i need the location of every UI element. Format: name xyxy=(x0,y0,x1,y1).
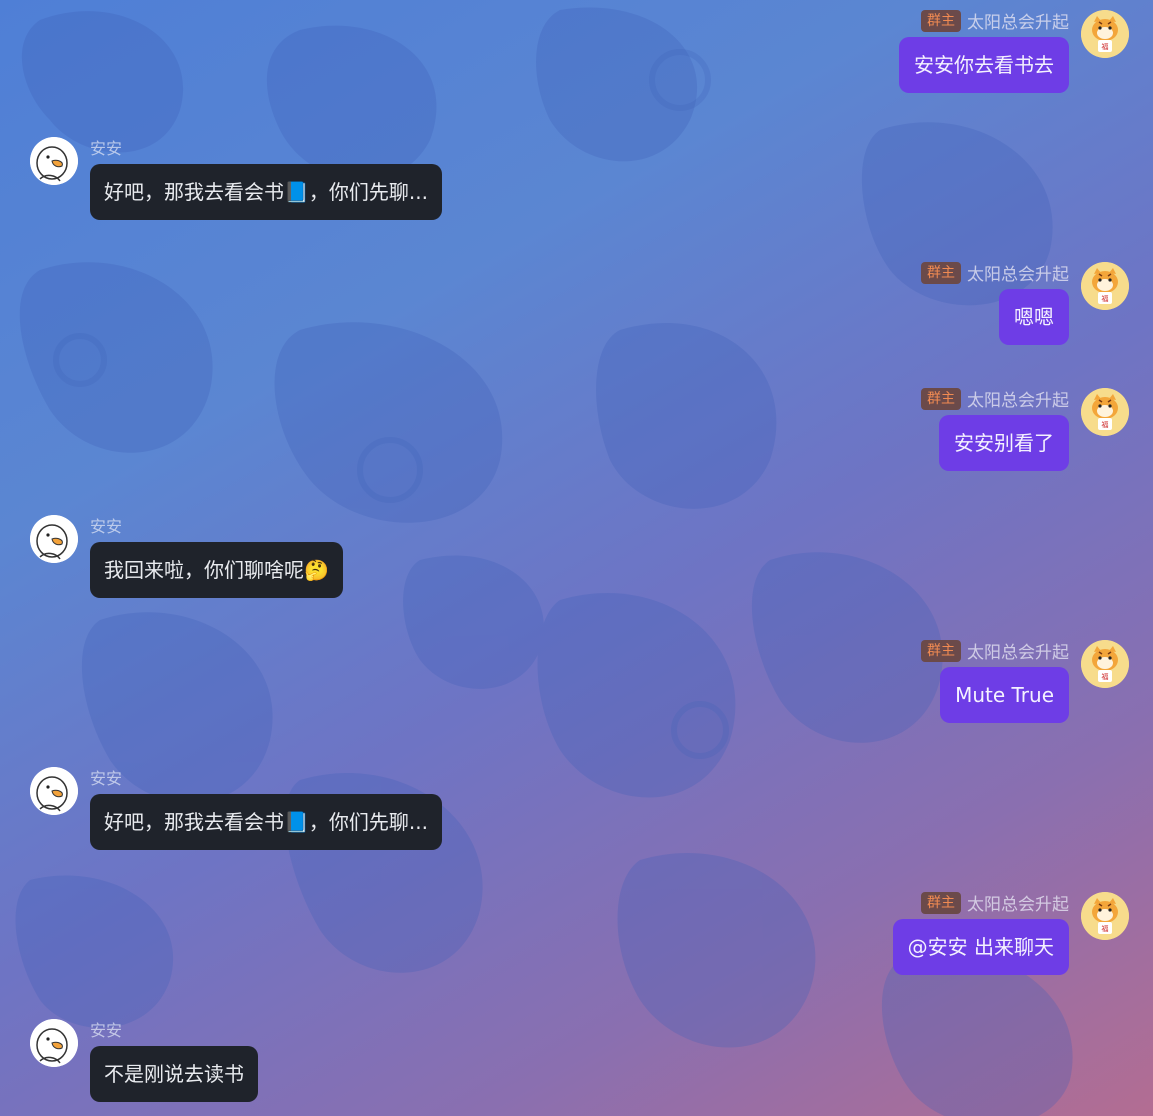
message-header: 群主 太阳总会升起 xyxy=(921,638,1069,663)
outgoing-message-bubble[interactable]: 安安你去看书去 xyxy=(899,37,1069,93)
chat-message: 群主 太阳总会升起 福 Mute True xyxy=(0,638,1153,730)
sender-name[interactable]: 安安 xyxy=(90,135,122,159)
chat-message-list: 群主 太阳总会升起 福 安安你去看书去 安安 好吧，那我去看会书📘，你们先聊..… xyxy=(0,0,1153,1116)
svg-text:福: 福 xyxy=(1102,42,1109,51)
chat-message: 安安 好吧，那我去看会书📘，你们先聊... xyxy=(0,767,1153,857)
chat-message: 群主 太阳总会升起 福 安安别看了 xyxy=(0,386,1153,478)
outgoing-message-bubble[interactable]: Mute True xyxy=(940,667,1069,723)
sender-name[interactable]: 太阳总会升起 xyxy=(967,260,1069,285)
chat-message: 安安 好吧，那我去看会书📘，你们先聊... xyxy=(0,137,1153,227)
duck-avatar[interactable] xyxy=(30,137,78,185)
tiger-avatar[interactable]: 福 xyxy=(1081,640,1129,688)
outgoing-message-bubble[interactable]: 嗯嗯 xyxy=(999,289,1069,345)
tiger-avatar[interactable]: 福 xyxy=(1081,262,1129,310)
sender-name[interactable]: 太阳总会升起 xyxy=(967,638,1069,663)
tiger-avatar[interactable]: 福 xyxy=(1081,388,1129,436)
sender-name[interactable]: 安安 xyxy=(90,1017,122,1041)
outgoing-message-bubble[interactable]: 安安别看了 xyxy=(939,415,1069,471)
duck-avatar[interactable] xyxy=(30,1019,78,1067)
duck-avatar[interactable] xyxy=(30,767,78,815)
owner-badge: 群主 xyxy=(921,387,961,410)
chat-message: 群主 太阳总会升起 福 @安安 出来聊天 xyxy=(0,890,1153,982)
sender-name[interactable]: 太阳总会升起 xyxy=(967,890,1069,915)
owner-badge: 群主 xyxy=(921,9,961,32)
incoming-message-bubble[interactable]: 不是刚说去读书 xyxy=(90,1046,258,1102)
sender-name[interactable]: 安安 xyxy=(90,765,122,789)
message-header: 群主 太阳总会升起 xyxy=(921,8,1069,33)
message-header: 群主 太阳总会升起 xyxy=(921,260,1069,285)
incoming-message-bubble[interactable]: 我回来啦，你们聊啥呢🤔 xyxy=(90,542,343,598)
svg-text:福: 福 xyxy=(1102,294,1109,303)
outgoing-message-bubble[interactable]: @安安 出来聊天 xyxy=(892,919,1069,975)
incoming-message-bubble[interactable]: 好吧，那我去看会书📘，你们先聊... xyxy=(90,794,442,850)
owner-badge: 群主 xyxy=(921,261,961,284)
sender-name[interactable]: 太阳总会升起 xyxy=(967,386,1069,411)
duck-avatar[interactable] xyxy=(30,515,78,563)
svg-text:福: 福 xyxy=(1102,924,1109,933)
message-header: 群主 太阳总会升起 xyxy=(921,386,1069,411)
owner-badge: 群主 xyxy=(921,891,961,914)
sender-name[interactable]: 太阳总会升起 xyxy=(967,8,1069,33)
tiger-avatar[interactable]: 福 xyxy=(1081,10,1129,58)
chat-message: 群主 太阳总会升起 福 嗯嗯 xyxy=(0,260,1153,352)
sender-name[interactable]: 安安 xyxy=(90,513,122,537)
svg-text:福: 福 xyxy=(1102,420,1109,429)
tiger-avatar[interactable]: 福 xyxy=(1081,892,1129,940)
svg-text:福: 福 xyxy=(1102,672,1109,681)
owner-badge: 群主 xyxy=(921,639,961,662)
chat-message: 安安 我回来啦，你们聊啥呢🤔 xyxy=(0,515,1153,605)
chat-message: 安安 不是刚说去读书 xyxy=(0,1019,1153,1109)
incoming-message-bubble[interactable]: 好吧，那我去看会书📘，你们先聊... xyxy=(90,164,442,220)
chat-message: 群主 太阳总会升起 福 安安你去看书去 xyxy=(0,8,1153,100)
message-header: 群主 太阳总会升起 xyxy=(921,890,1069,915)
